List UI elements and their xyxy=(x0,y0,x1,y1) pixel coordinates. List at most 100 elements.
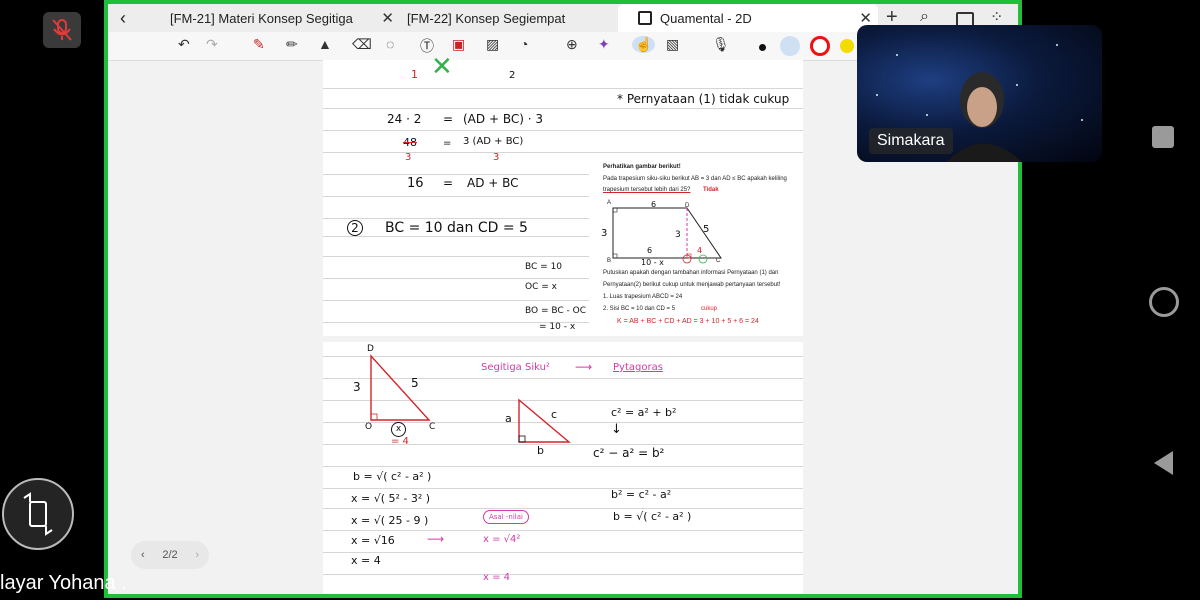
formula-arrow: ↓ xyxy=(611,422,622,437)
fig-height-3: 3 xyxy=(675,230,681,240)
problem-title: Perhatikan gambar berikut! xyxy=(603,164,681,170)
participant-name: Simakara xyxy=(869,128,953,154)
chevron-left-icon[interactable]: ‹ xyxy=(141,549,145,561)
tab-label: [FM-22] Konsep Segiempat xyxy=(407,10,566,26)
redo-icon[interactable]: ↷ xyxy=(206,36,218,53)
calc-line-1: b = √( c² - a² ) xyxy=(353,470,432,483)
fig-top-6: 6 xyxy=(651,200,657,209)
problem-cukup: cukup xyxy=(701,306,718,312)
problem-line-4: Pernyataan(2) berikut cukup untuk menjaw… xyxy=(603,282,781,288)
tri1-label-c: C xyxy=(429,422,436,432)
tri2-label-a: a xyxy=(505,412,512,425)
fig-10-minus-x: 10 - x xyxy=(641,258,664,267)
calc-line-4: x = √16 xyxy=(351,534,395,547)
fig-side-5: 5 xyxy=(703,224,710,235)
color-black-dot[interactable] xyxy=(759,44,766,51)
tri1-x-equals-4: = 4 xyxy=(391,436,409,447)
stmt2-text: BC = 10 dan CD = 5 xyxy=(385,220,528,236)
laser-pointer-icon[interactable]: ✦ xyxy=(598,36,610,53)
eq3-eq: = xyxy=(443,176,454,190)
heading-segitiga: Segitiga Siku² xyxy=(481,362,550,373)
color-red-swatch[interactable] xyxy=(810,36,830,56)
rotate-icon xyxy=(23,492,53,536)
mic-off-icon xyxy=(52,19,72,41)
perimeter-equation: K = AB + BC + CD + AD = 3 + 10 + 5 + 6 =… xyxy=(617,318,759,325)
color-gray-swatch[interactable] xyxy=(780,36,800,56)
trapezoid-figure xyxy=(612,207,722,264)
notebook-page-2: Segitiga Siku² ⟶ Pytagoras D 3 5 O C x =… xyxy=(323,342,803,594)
pink-sqrt-line: x = √4² xyxy=(483,534,521,545)
triangle-dxc xyxy=(370,354,431,421)
fig-label-c: C xyxy=(716,258,721,264)
tab-konsep-segiempat[interactable]: [FM-22] Konsep Segiempat ✕ xyxy=(383,4,637,32)
tri1-label-o: O xyxy=(365,422,373,432)
undo-icon[interactable]: ↶ xyxy=(178,36,190,53)
home-circle-icon[interactable] xyxy=(1149,287,1179,317)
tab-label: Quamental - 2D xyxy=(660,10,752,26)
chevron-right-icon[interactable]: › xyxy=(195,549,199,561)
eraser-icon[interactable]: ⌫ xyxy=(352,36,372,53)
triangle-abc xyxy=(518,398,571,443)
note-asal-nilai: Asal -nilai xyxy=(483,510,529,524)
oc-value: OC = x xyxy=(525,282,557,292)
sticker-icon[interactable]: ◔ xyxy=(520,36,528,52)
image-icon[interactable]: ▨ xyxy=(486,36,499,53)
participant-video-tile[interactable]: Simakara xyxy=(857,25,1102,162)
problem-line-3: Putuskan apakah dengan tambahan informas… xyxy=(603,270,779,276)
microphone-icon[interactable]: 🎙 xyxy=(712,36,730,53)
shape-icon[interactable]: ▣ xyxy=(452,36,465,53)
pen-icon[interactable]: ✎ xyxy=(253,36,265,53)
heading-pytagoras: Pytagoras xyxy=(613,362,663,373)
formula-rearranged: c² − a² = b² xyxy=(593,446,665,460)
formula-b: b = √( c² - a² ) xyxy=(613,510,692,523)
eq3-right: AD + BC xyxy=(467,176,519,190)
tab-materi-segitiga[interactable]: [FM-21] Materi Konsep Segitiga ✕ xyxy=(148,4,400,32)
mute-button[interactable] xyxy=(43,12,81,48)
zoom-icon[interactable]: ⊕ xyxy=(566,36,578,53)
rotate-screen-button[interactable] xyxy=(2,478,74,550)
highlighter-icon[interactable]: ▲ xyxy=(318,36,332,52)
eq1-eq: = xyxy=(443,112,454,126)
bo-value: BO = BC - OC xyxy=(525,306,587,316)
bo-value-2: = 10 - x xyxy=(539,322,576,332)
eq1-left: 24 · 2 xyxy=(387,112,422,126)
eq3-left: 16 xyxy=(407,176,424,191)
eq2-right: 3 (AD + BC) xyxy=(463,136,524,147)
color-yellow-swatch[interactable] xyxy=(840,39,854,53)
tab-label: [FM-21] Materi Konsep Segitiga xyxy=(170,10,353,26)
problem-line-5: 1. Luas trapesium ABCD = 24 xyxy=(603,294,683,300)
pink-result: x = 4 xyxy=(483,572,511,583)
tri2-label-c: c xyxy=(551,408,558,421)
fig-label-b: B xyxy=(607,258,612,264)
back-triangle-icon[interactable] xyxy=(1153,450,1175,476)
pattern-icon[interactable]: ▧ xyxy=(666,36,679,53)
problem-line-1: Pada trapesium siku-siku berikut AB = 3 … xyxy=(603,176,787,182)
note-pernyataan: * Pernyataan (1) tidak cukup xyxy=(617,92,790,106)
fig-label-a: A xyxy=(607,200,612,206)
lasso-icon[interactable]: ◌ xyxy=(386,36,394,52)
search-icon[interactable]: ⌕ xyxy=(920,8,929,26)
problem-line-6: 2. Sisi BC = 10 dan CD = 5 xyxy=(603,306,676,312)
heading-arrow: ⟶ xyxy=(575,360,593,374)
touch-draw-icon[interactable]: ☝ xyxy=(632,36,656,53)
fig-side-3: 3 xyxy=(601,228,608,239)
eq1-right: (AD + BC) · 3 xyxy=(463,112,543,126)
back-button[interactable]: ‹ xyxy=(112,4,142,32)
problem-line-2: trapesium tersebut lebih dari 25? xyxy=(603,187,691,193)
eq2-under: 3 xyxy=(405,152,412,163)
tri1-label-x: x xyxy=(391,422,406,437)
problem-tidak: Tidak xyxy=(703,187,719,193)
tri1-label-d: D xyxy=(367,344,374,354)
pencil-icon[interactable]: ✏ xyxy=(286,36,298,53)
formula-b-squared: b² = c² - a² xyxy=(611,488,672,501)
fig-bottom-4: 4 xyxy=(697,246,703,255)
tri1-side-3: 3 xyxy=(353,380,361,394)
tab-quamental[interactable]: Quamental - 2D ✕ xyxy=(618,4,878,32)
notebook-page-1: 1 2 ✕ * Pernyataan (1) tidak cukup 24 · … xyxy=(323,52,803,336)
eq2-left: 48 xyxy=(403,136,417,149)
calc-line-5: x = 4 xyxy=(351,554,381,567)
android-nav-bar xyxy=(1125,0,1200,600)
grid-icon[interactable]: ⁘ xyxy=(990,7,1003,27)
page-indicator[interactable]: ‹ 2/2 › xyxy=(131,541,209,569)
recents-square-icon[interactable] xyxy=(1152,126,1174,148)
